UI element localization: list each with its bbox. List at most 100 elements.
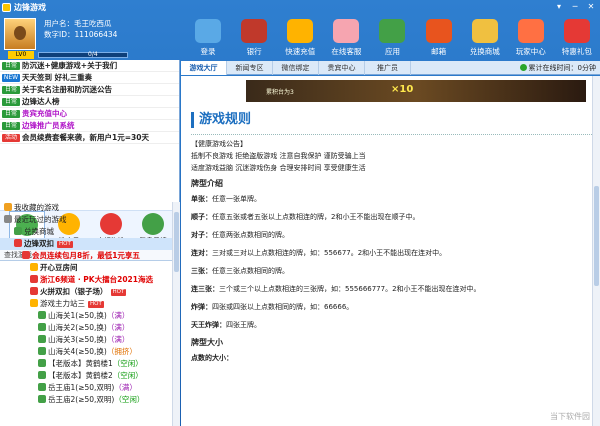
tree-item-label: 岳王庙1(≥50,双明)	[48, 383, 115, 392]
notice-text: 贵宾充值中心	[22, 109, 67, 118]
banner-multiplier: ×10	[391, 84, 414, 95]
minimize-button[interactable]: ─	[568, 1, 582, 12]
tree-item[interactable]: 岳王庙2(≥50,双明)（空闲）	[0, 394, 172, 406]
tree-item[interactable]: 浙江6频道 · PK大擂台2021海选	[0, 274, 172, 286]
toolbar-button[interactable]: 登录	[185, 15, 231, 61]
tree-scroll-thumb[interactable]	[174, 212, 179, 272]
toolbar-button[interactable]: 兑换商城	[462, 15, 508, 61]
notice-item[interactable]: NEW 天天签到 好礼三重奏	[0, 72, 179, 84]
toolbar-button[interactable]: 在线客服	[323, 15, 369, 61]
tree-item[interactable]: 开心豆房间	[0, 262, 172, 274]
close-button[interactable]: ✕	[584, 1, 598, 12]
game-icon	[4, 203, 12, 211]
game-icon	[4, 215, 12, 223]
tree-item[interactable]: 【老版本】黄鹤楼2（空闲）	[0, 370, 172, 382]
room-status: （满）	[114, 383, 137, 392]
notice-item[interactable]: 日常 边锋达人榜	[0, 96, 179, 108]
content-scroll-thumb[interactable]	[594, 186, 599, 286]
toolbar-button-label: 邮箱	[431, 47, 447, 56]
tree-item-label: 山海关4(≥50,换)	[48, 347, 107, 356]
room-status: （拥挤）	[106, 347, 137, 356]
notice-item[interactable]: 日常 边锋推广员系统	[0, 120, 179, 132]
tree-item[interactable]: 火拼双扣（银子场） HOT	[0, 286, 172, 298]
main-tab[interactable]: 推广员	[365, 61, 411, 75]
tree-item-label: 我收藏的游戏	[14, 203, 59, 212]
tree-item[interactable]: 兑换商城	[0, 226, 172, 238]
toolbar-button-label: 特惠礼包	[561, 47, 592, 56]
tree-item-label: 山海关2(≥50,换)	[48, 323, 107, 332]
game-icon	[38, 359, 46, 367]
tree-item[interactable]: 山海关2(≥50,换)（满）	[0, 322, 172, 334]
room-status: （满）	[106, 335, 130, 344]
rule-item: 天王炸弹：四张王牌。	[191, 320, 596, 330]
tree-item[interactable]: 我收藏的游戏	[0, 202, 172, 214]
rules-title: 游戏规则	[191, 112, 596, 128]
notice-tag: 日常	[2, 62, 20, 70]
vip-level-badge[interactable]: LV0	[8, 51, 34, 59]
window-controls: ▾ ─ ✕	[552, 1, 598, 12]
tree-item-label: 兑换商城	[24, 227, 54, 236]
tree-item[interactable]: 最近玩过的游戏	[0, 214, 172, 226]
toolbar-button[interactable]: 银行	[231, 15, 277, 61]
toolbar-button[interactable]: 邮箱	[416, 15, 462, 61]
content-scrollbar[interactable]	[592, 76, 600, 426]
tree-item[interactable]: 山海关4(≥50,换)（拥挤）	[0, 346, 172, 358]
notice-item[interactable]: 日常 关于实名注册和防沉迷公告	[0, 84, 179, 96]
rule-name: 天王炸弹：	[191, 321, 226, 329]
tree-item[interactable]: 岳王庙1(≥50,双明)（满）	[0, 382, 172, 394]
rule-name: 连三张：	[191, 285, 219, 293]
wallet-icon	[241, 19, 268, 43]
notice-tag: NEW	[2, 74, 20, 82]
notice-tag: 日常	[2, 86, 20, 94]
toolbar-button[interactable]: 快速充值	[277, 15, 323, 61]
notice-item[interactable]: 日常 防沉迷+健康游戏+关于我们	[0, 60, 179, 72]
game-icon	[38, 371, 46, 379]
user-id-label: 数字ID：	[44, 30, 75, 39]
rule-item: 对子：任意两张点数相同的牌。	[191, 230, 596, 240]
service-avatar-icon	[333, 19, 360, 43]
mail-icon	[425, 19, 452, 43]
rules-article: 游戏规则 【健康游戏公告】 抵制不良游戏 拒绝盗版游戏 注意自我保护 谨防受骗上…	[191, 112, 596, 426]
game-icon	[38, 347, 46, 355]
notice-item[interactable]: 活动 会员续费套餐来袭，新用户1元=30天	[0, 132, 179, 144]
tree-item-label: 【老版本】黄鹤楼2	[48, 371, 113, 380]
rule-name: 对子：	[191, 231, 212, 239]
ad-banner[interactable]: 累积台为3 ×10	[246, 80, 586, 102]
toolbar-button-label: 银行	[246, 47, 262, 56]
tree-item[interactable]: 会员连续包月8折，最低1元享五	[0, 250, 172, 262]
tree-item[interactable]: 游戏主力站三 HOT	[0, 298, 172, 310]
title-bar[interactable]: 边锋游戏 ▾ ─ ✕	[0, 0, 600, 15]
tree-scrollbar[interactable]	[172, 202, 180, 426]
menu-dropdown-button[interactable]: ▾	[552, 1, 566, 12]
toolbar-button[interactable]: 特惠礼包	[554, 15, 600, 61]
tree-item-label: 岳王庙2(≥50,双明)	[48, 395, 115, 404]
toolbar-button-label: 在线客服	[331, 47, 362, 56]
room-status: （空闲）	[114, 395, 145, 404]
avatar[interactable]	[4, 18, 36, 50]
monitor-icon	[195, 19, 222, 43]
toolbar-button[interactable]: 应用	[369, 15, 415, 61]
hot-badge: HOT	[88, 301, 104, 308]
main-tab[interactable]: 新闻专区	[227, 61, 273, 75]
tree-item[interactable]: 边锋双扣 HOT	[0, 238, 172, 250]
toolbar-button[interactable]: 玩家中心	[508, 15, 554, 61]
tree-item[interactable]: 【老版本】黄鹤楼1（空闲）	[0, 358, 172, 370]
hot-badge: HOT	[110, 289, 127, 296]
main-tab[interactable]: 微信绑定	[273, 61, 319, 75]
notice-item[interactable]: 日常 贵宾充值中心	[0, 108, 179, 120]
notice-tag: 日常	[2, 122, 20, 130]
rule-name: 顺子：	[191, 213, 212, 221]
tree-item-label: 会员连续包月8折，最低1元享五	[32, 251, 140, 260]
notice-tag: 活动	[2, 134, 20, 142]
notice-text: 边锋推广员系统	[22, 121, 75, 130]
main-content: 累积台为3 ×10 游戏规则 【健康游戏公告】 抵制不良游戏 拒绝盗版游戏 注意…	[181, 76, 600, 426]
main-tab[interactable]: 贵宾中心	[319, 61, 365, 75]
tree-item[interactable]: 山海关1(≥50,换)（满）	[0, 310, 172, 322]
tree-item[interactable]: 山海关3(≥50,换)（满）	[0, 334, 172, 346]
room-status: （空闲）	[112, 359, 143, 368]
notice-text: 关于实名注册和防沉迷公告	[22, 85, 112, 94]
room-status: （空闲）	[112, 371, 143, 380]
user-panel: 用户名：毛王吃西瓜 数字ID：111066434 LV0 0/4	[0, 15, 180, 60]
main-tab[interactable]: 游戏大厅	[181, 61, 227, 75]
game-icon	[38, 383, 46, 391]
